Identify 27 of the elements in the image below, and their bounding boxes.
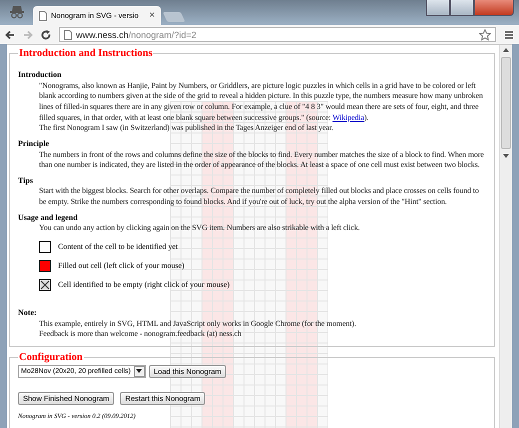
reload-icon[interactable] [41, 30, 51, 40]
topic-heading: Tips [18, 176, 34, 186]
incognito-icon [7, 3, 27, 19]
menu-icon[interactable] [504, 30, 514, 40]
scroll-up-icon[interactable] [503, 48, 509, 52]
scroll-down-icon[interactable] [503, 154, 509, 158]
address-bar[interactable]: www.ness.ch/nonogram/?id=2 [59, 27, 496, 42]
scrollbar-thumb[interactable] [501, 57, 511, 149]
scrollbar[interactable] [499, 45, 512, 428]
topic-heading: Note: [18, 308, 38, 319]
star-icon[interactable] [479, 28, 491, 40]
url-text: www.ness.ch/nonogram/?id=2 [76, 30, 198, 40]
crossed-cell-icon [39, 278, 51, 291]
empty-cell-icon [39, 240, 51, 253]
close-icon[interactable]: × [149, 10, 155, 21]
section-title: Configuration [18, 352, 84, 363]
topic-heading: Introduction [18, 70, 62, 80]
filled-cell-icon [39, 260, 51, 272]
close-button[interactable] [474, 0, 514, 16]
topic-heading: Usage and legend [18, 212, 79, 224]
minimize-button[interactable] [426, 0, 450, 16]
page-icon [39, 10, 47, 20]
section-title: Introduction and Instructions [18, 48, 154, 59]
maximize-button[interactable] [450, 0, 474, 16]
page-icon [64, 30, 72, 40]
back-icon[interactable] [5, 30, 15, 40]
topic-heading: Principle [18, 139, 50, 150]
